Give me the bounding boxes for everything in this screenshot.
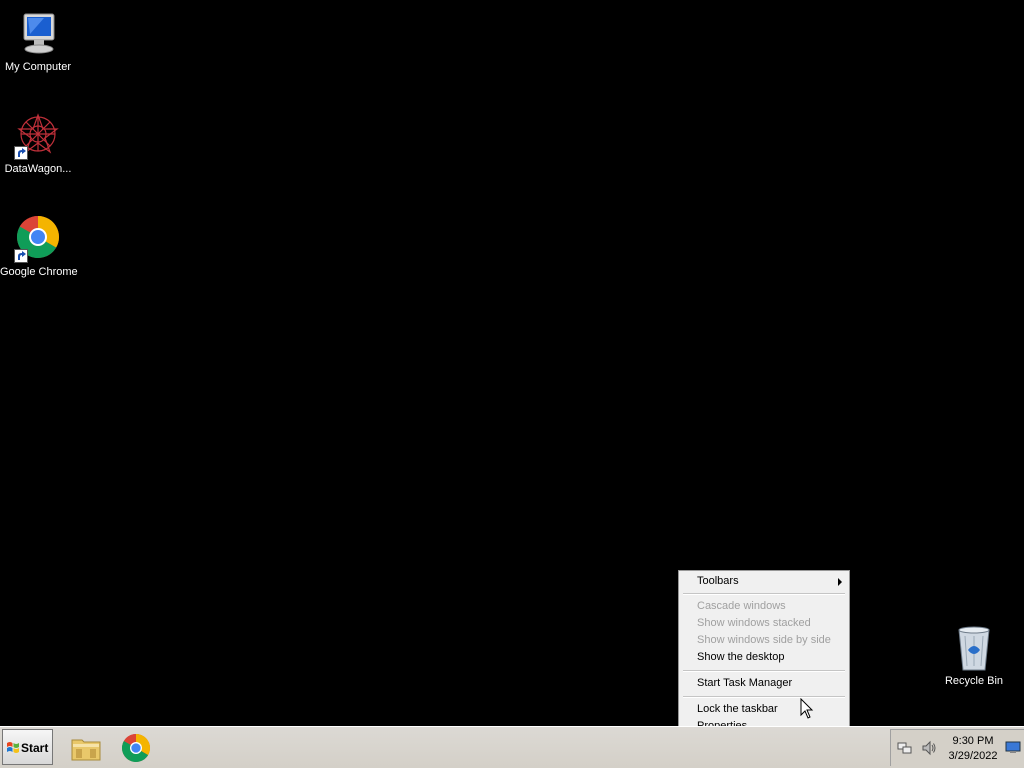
start-label: Start (21, 741, 49, 755)
menu-item-show-the-desktop[interactable]: Show the desktop (681, 649, 847, 666)
menu-item-show-windows-stacked[interactable]: Show windows stacked (681, 615, 847, 632)
menu-item-label: Show windows stacked (697, 617, 811, 629)
start-button[interactable]: Start (2, 729, 53, 765)
windows-logo-icon (6, 741, 20, 754)
menu-item-label: Cascade windows (697, 600, 786, 612)
menu-item-cascade-windows[interactable]: Cascade windows (681, 598, 847, 615)
quick-launch-chrome[interactable] (120, 732, 152, 764)
shortcut-arrow-icon (14, 146, 28, 160)
clock-date[interactable]: 3/29/2022 (943, 750, 1003, 762)
menu-item-label: Show windows side by side (697, 634, 831, 646)
chrome-icon (121, 734, 151, 763)
desktop-icon-google-chrome[interactable]: Google Chrome (0, 215, 78, 278)
taskbar-context-menu: Toolbars Cascade windows Show windows st… (678, 570, 850, 737)
clock-time[interactable]: 9:30 PM (943, 735, 1003, 747)
desktop-icon-label: DataWagon... (4, 163, 72, 175)
shortcut-arrow-icon (14, 249, 28, 263)
menu-item-label: Toolbars (697, 575, 739, 587)
desktop-icon-datawagon[interactable]: DataWagon... (0, 112, 76, 175)
menu-item-start-task-manager[interactable]: Start Task Manager (681, 675, 847, 692)
desktop-icon-label: My Computer (4, 61, 72, 73)
desktop[interactable]: My Computer DataWagon... Google Chrome R… (0, 0, 1024, 737)
chrome-icon (14, 215, 62, 263)
menu-separator (683, 593, 845, 595)
datawagon-icon (14, 112, 62, 160)
menu-item-label: Show the desktop (697, 651, 785, 663)
menu-item-label: Lock the taskbar (697, 703, 778, 715)
submenu-arrow-icon (838, 578, 842, 586)
menu-item-toolbars[interactable]: Toolbars (681, 573, 847, 590)
desktop-icon-my-computer[interactable]: My Computer (0, 10, 76, 73)
mouse-cursor-icon (800, 697, 814, 723)
desktop-icon-recycle-bin[interactable]: Recycle Bin (936, 624, 1012, 687)
system-tray: 9:30 PM 3/29/2022 (890, 729, 1024, 766)
desktop-icon-label: Recycle Bin (944, 675, 1004, 687)
quick-launch-explorer[interactable] (70, 732, 102, 764)
explorer-folder-icon (71, 739, 101, 761)
computer-icon (14, 10, 62, 58)
volume-icon[interactable] (921, 740, 937, 759)
menu-item-label: Start Task Manager (697, 677, 793, 689)
show-desktop-icon[interactable] (1005, 739, 1021, 758)
network-icon[interactable] (897, 740, 913, 759)
desktop-icon-label: Google Chrome (0, 266, 78, 278)
menu-separator (683, 696, 845, 698)
menu-item-lock-the-taskbar[interactable]: Lock the taskbar (681, 701, 847, 718)
recycle-bin-icon (950, 624, 998, 672)
menu-item-show-windows-side-by-side[interactable]: Show windows side by side (681, 632, 847, 649)
menu-separator (683, 670, 845, 672)
taskbar[interactable]: Start 9:30 PM 3/29/2022 (0, 726, 1024, 768)
